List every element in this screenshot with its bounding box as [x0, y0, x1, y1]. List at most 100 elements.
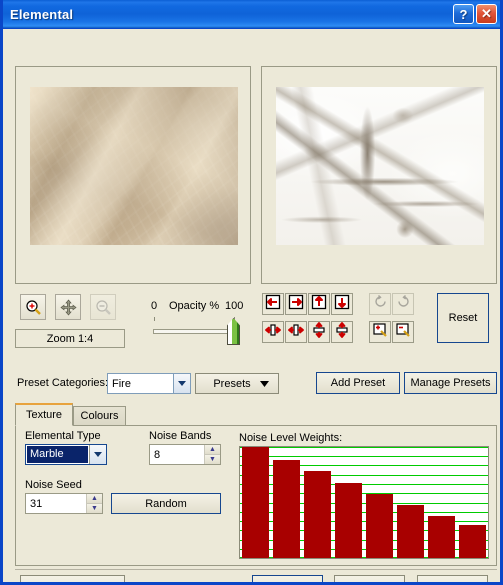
opacity-title-label: Opacity % [169, 300, 220, 312]
chart-bar-slot[interactable] [240, 447, 271, 558]
opacity-slider-track[interactable] [153, 329, 237, 334]
spin-down-icon[interactable]: ▼ [205, 455, 220, 464]
tab-strip: Texture Colours [15, 403, 497, 426]
rotate-cw-button[interactable] [392, 293, 414, 315]
shift-down-icon [334, 294, 350, 315]
chart-bar[interactable] [335, 482, 362, 558]
cancel-button[interactable]: Cancel [334, 575, 405, 583]
tab-colours[interactable]: Colours [73, 406, 126, 426]
rotate-ccw-button[interactable] [369, 293, 391, 315]
stretch-up-icon [311, 321, 327, 343]
presets-dropdown-button[interactable]: Presets [195, 373, 279, 394]
chart-bar[interactable] [273, 460, 300, 558]
chart-bar[interactable] [304, 471, 331, 558]
preview-zoom-in-icon [372, 322, 388, 343]
chart-bar-slot[interactable] [395, 447, 426, 558]
tab-texture[interactable]: Texture [15, 403, 73, 426]
chart-bar-slot[interactable] [271, 447, 302, 558]
zoom-out-button[interactable] [90, 294, 116, 320]
shift-left-icon [265, 294, 281, 315]
reset-button[interactable]: Reset [437, 293, 489, 343]
preview-zoom-in-button[interactable] [369, 321, 391, 343]
opacity-slider-thumb[interactable] [227, 318, 240, 345]
chart-bar-slot[interactable] [333, 447, 364, 558]
ok-button[interactable]: OK [252, 575, 323, 583]
chart-bar[interactable] [242, 447, 269, 558]
chart-bar[interactable] [428, 515, 455, 558]
zoom-in-button[interactable] [20, 294, 46, 320]
chart-bars [240, 447, 488, 558]
noise-seed-label: Noise Seed [25, 479, 82, 491]
shift-up-button[interactable] [308, 293, 330, 315]
preset-category-value: Fire [112, 377, 131, 390]
preset-categories-label: Preset Categories: [17, 377, 109, 389]
chart-bar[interactable] [366, 493, 393, 558]
result-preview-frame[interactable] [261, 66, 497, 284]
shift-right-icon [288, 294, 304, 315]
title-bar[interactable]: Elemental ? ✕ [3, 0, 500, 29]
spin-down-icon[interactable]: ▼ [87, 504, 102, 513]
result-preview-image[interactable] [276, 87, 484, 245]
zoom-in-icon [25, 299, 42, 316]
manage-presets-label: Manage Presets [410, 377, 491, 389]
cancel-button-label: Cancel [352, 581, 386, 583]
elemental-type-label: Elemental Type [25, 430, 101, 442]
stretch-down-icon [334, 321, 350, 343]
chart-bar-slot[interactable] [302, 447, 333, 558]
noise-seed-spin-buttons[interactable]: ▲ ▼ [86, 494, 102, 513]
help-caption-button[interactable]: ? [453, 4, 474, 24]
random-button-label: Random [145, 497, 187, 510]
preview-zoom-out-icon [395, 322, 411, 343]
preview-zoom-out-button[interactable] [392, 321, 414, 343]
elemental-type-combobox[interactable]: Marble [25, 444, 107, 465]
noise-bands-stepper[interactable]: 8 ▲ ▼ [149, 444, 221, 465]
noise-level-weights-chart[interactable] [239, 446, 489, 559]
chart-bar-slot[interactable] [426, 447, 457, 558]
chevron-down-icon[interactable] [89, 445, 106, 464]
chart-bar[interactable] [397, 504, 424, 558]
pan-button[interactable] [55, 294, 81, 320]
help-button[interactable]: Help [417, 575, 488, 583]
tab-colours-label: Colours [80, 410, 119, 422]
chevron-down-icon[interactable] [173, 374, 190, 393]
shift-right-button[interactable] [285, 293, 307, 315]
rotate-ccw-icon [373, 294, 388, 314]
presets-dropdown-label: Presets [213, 377, 251, 390]
pan-icon [59, 298, 77, 316]
chart-bar-slot[interactable] [364, 447, 395, 558]
add-preset-button[interactable]: Add Preset [316, 372, 400, 394]
preset-category-combobox[interactable]: Fire [107, 373, 191, 394]
noise-bands-label: Noise Bands [149, 430, 212, 442]
shift-down-button[interactable] [331, 293, 353, 315]
noise-bands-spin-buttons[interactable]: ▲ ▼ [204, 445, 220, 464]
elemental-type-value: Marble [27, 446, 88, 463]
rotate-cw-icon [396, 294, 411, 314]
presets-collapse-button[interactable]: Presets << [20, 575, 125, 582]
manage-presets-button[interactable]: Manage Presets [404, 372, 497, 394]
zoom-out-icon [95, 299, 112, 316]
noise-seed-stepper[interactable]: 31 ▲ ▼ [25, 493, 103, 514]
ok-button-label: OK [280, 581, 296, 583]
stretch-down-button[interactable] [331, 321, 353, 343]
shift-up-icon [311, 294, 327, 315]
chart-title: Noise Level Weights: [239, 432, 343, 444]
chart-bar-slot[interactable] [457, 447, 488, 558]
spin-up-icon[interactable]: ▲ [87, 494, 102, 504]
noise-seed-value: 31 [30, 497, 43, 510]
source-preview-image[interactable] [30, 87, 238, 245]
random-button[interactable]: Random [111, 493, 221, 514]
add-preset-label: Add Preset [330, 377, 386, 389]
stretch-right-button[interactable] [285, 321, 307, 343]
shift-left-button[interactable] [262, 293, 284, 315]
chevron-down-icon [260, 380, 269, 387]
help-button-label: Help [441, 581, 464, 583]
close-icon[interactable]: ✕ [476, 4, 497, 24]
source-preview-frame[interactable] [15, 66, 251, 284]
slider-tick-min [154, 317, 155, 321]
stretch-left-button[interactable] [262, 321, 284, 343]
stretch-up-button[interactable] [308, 321, 330, 343]
spin-up-icon[interactable]: ▲ [205, 445, 220, 455]
chart-bar[interactable] [459, 524, 486, 558]
stretch-left-icon [265, 322, 281, 343]
footer-divider [15, 569, 497, 570]
